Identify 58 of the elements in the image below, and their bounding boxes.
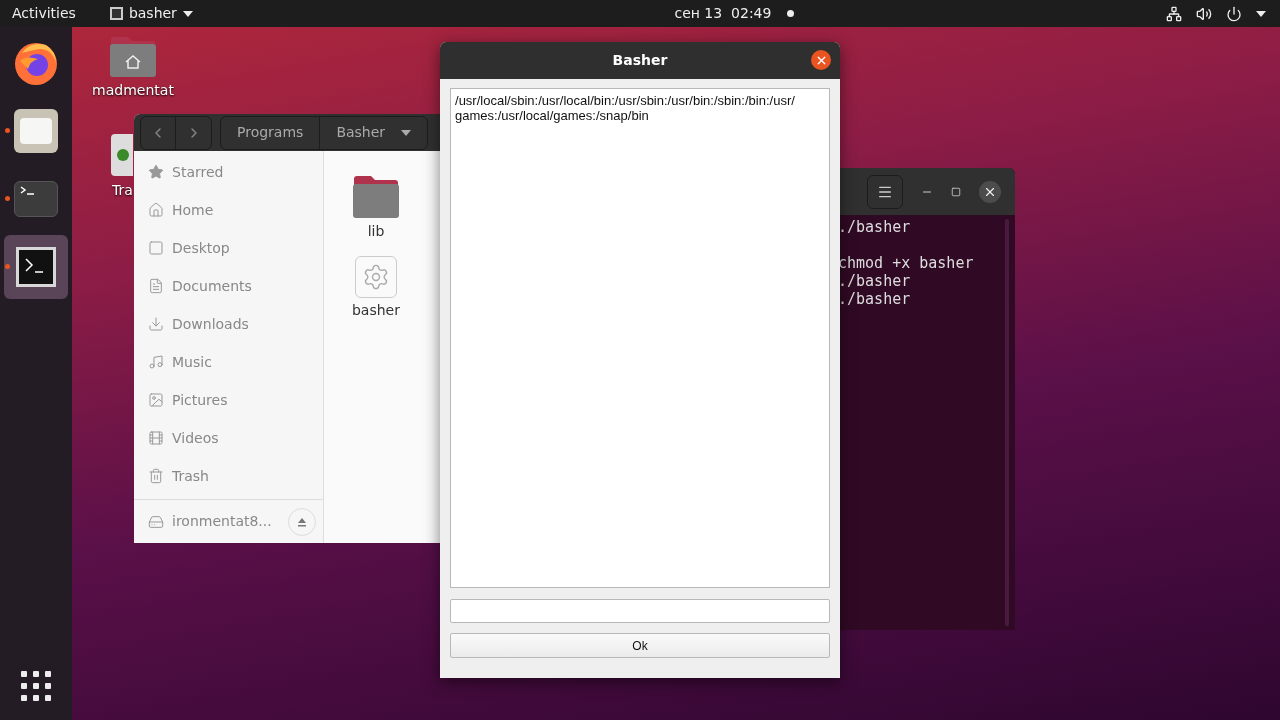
drive-item[interactable]: ironmentat8... — [172, 511, 272, 532]
trash-icon — [148, 468, 164, 484]
executable-icon — [355, 256, 397, 298]
dock-item[interactable] — [4, 235, 68, 299]
film-icon — [148, 430, 164, 446]
home-folder-icon — [109, 36, 157, 78]
close-button[interactable] — [979, 180, 1001, 203]
path-button[interactable]: Programs — [221, 116, 321, 149]
desktop-icon-label: Tra — [112, 181, 133, 200]
ok-button[interactable]: Ok — [450, 633, 830, 658]
sidebar-item[interactable]: Music — [134, 343, 323, 381]
power-icon[interactable] — [1226, 5, 1242, 22]
terminal-line: ./basher — [838, 290, 912, 308]
path-button[interactable]: Basher — [320, 116, 428, 149]
window-title: Basher — [612, 51, 668, 70]
sidebar-item[interactable]: Documents — [134, 267, 323, 305]
clock[interactable]: сен 13 02:49 — [674, 3, 772, 24]
output-area[interactable]: /usr/local/sbin:/usr/local/bin:/usr/sbin:/usr/bin:/sbin:/bin:/usr/games:/usr/local/games:/snap/bin — [450, 88, 830, 588]
file-item[interactable]: basher — [348, 256, 404, 321]
app-grid-button[interactable] — [19, 669, 53, 703]
caret-icon — [182, 10, 193, 17]
home-icon — [148, 202, 164, 218]
caret-icon — [401, 129, 412, 136]
window-icon — [109, 7, 123, 20]
star-icon — [148, 164, 164, 180]
sidebar-item[interactable]: Trash — [134, 457, 323, 495]
folder-icon — [352, 175, 400, 219]
files-icon — [14, 109, 58, 153]
maximize-icon — [951, 186, 961, 197]
file-item[interactable]: lib — [348, 175, 404, 242]
eject-icon — [296, 516, 307, 527]
input-field[interactable] — [450, 599, 830, 623]
sidebar-item[interactable]: Downloads — [134, 305, 323, 343]
sidebar-item[interactable]: Home — [134, 191, 323, 229]
download-icon — [148, 316, 164, 332]
terminal-line: ./basher — [838, 272, 912, 290]
document-icon — [148, 278, 164, 294]
music-icon — [148, 354, 164, 370]
desktop-icon — [148, 240, 164, 256]
console-icon — [16, 247, 56, 287]
network-icon[interactable] — [1166, 5, 1182, 22]
desktop-icon-label: madmentat — [92, 81, 174, 100]
activities-button[interactable]: Activities — [0, 0, 88, 27]
drive-icon — [148, 513, 164, 530]
terminal-line: chmod +x basher — [838, 254, 975, 272]
sidebar-item[interactable]: Pictures — [134, 381, 323, 419]
app-menu[interactable]: basher — [109, 0, 193, 27]
terminal-line: ./basher — [838, 218, 912, 236]
close-button[interactable] — [811, 50, 831, 70]
terminal-icon — [14, 181, 58, 217]
caret-icon — [1256, 10, 1266, 17]
menu-button[interactable] — [867, 174, 903, 209]
picture-icon — [148, 392, 164, 408]
sidebar-item[interactable]: Desktop — [134, 229, 323, 267]
maximize-button[interactable] — [951, 186, 961, 197]
sidebar-item[interactable]: Videos — [134, 419, 323, 457]
sidebar-item[interactable]: Starred — [134, 153, 323, 191]
volume-icon[interactable] — [1196, 5, 1212, 22]
